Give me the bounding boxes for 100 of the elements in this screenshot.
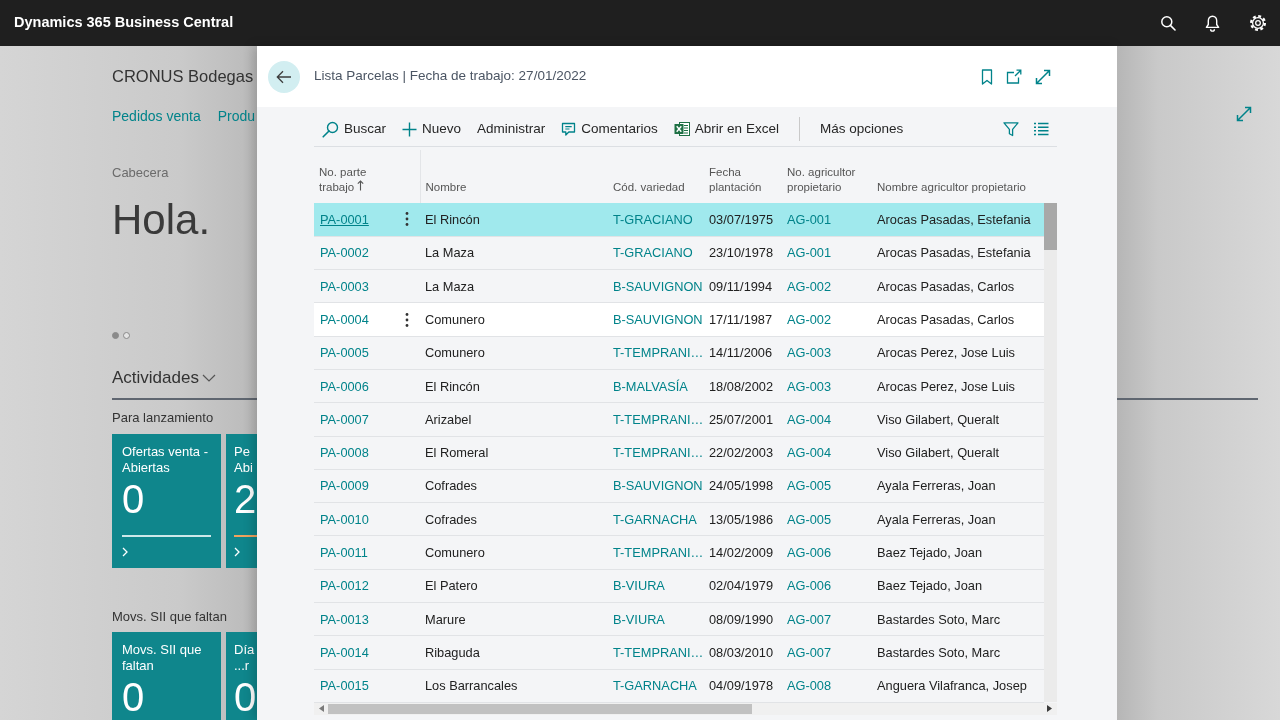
filter-icon[interactable] [1003,121,1019,137]
parcel-number-link[interactable]: PA-0005 [320,345,369,361]
table-row[interactable]: PA-0013 Marure B-VIURA 08/09/1990 AG-007 Bastardes Soto, Marc [314,602,1044,636]
column-header[interactable]: Cód. variedad [613,180,699,195]
variety-code-link[interactable]: T-GRACIANO [613,211,693,227]
table-row[interactable]: PA-0015 Los Barrancales T-GARNACHA 04/09/1978 AG-008 Anguera Vilafranca, Josep [314,669,1044,703]
table-row[interactable]: PA-0005 Comunero T-TEMPRANI… 14/11/2006 AG-003 Arocas Perez, Jose Luis [314,336,1044,370]
box-arrow-icon[interactable] [1006,69,1022,84]
parcel-number-link[interactable]: PA-0012 [320,578,369,594]
farmer-number-link[interactable]: AG-007 [787,644,832,660]
tile[interactable]: Pe Abi 2 [226,434,257,568]
column-header[interactable]: Fecha plantación [709,165,777,195]
carousel-dot[interactable] [112,332,119,339]
table-row[interactable]: PA-0004 Comunero B-SAUVIGNON 17/11/1987 AG-002 Arocas Pasadas, Carlos [314,302,1044,337]
table-row[interactable]: PA-0003 La Maza B-SAUVIGNON 09/11/1994 AG-002 Arocas Pasadas, Carlos [314,269,1044,303]
farmer-number-link[interactable]: AG-002 [787,311,832,327]
chevron-down-icon[interactable] [201,374,216,382]
parcel-number-link[interactable]: PA-0010 [320,511,369,527]
farmer-number-link[interactable]: AG-004 [787,445,832,461]
diagonal-arrows-icon[interactable] [1035,68,1051,85]
parcel-number-link[interactable]: PA-0003 [320,278,369,294]
table-row[interactable]: PA-0010 Cofrades T-GARNACHA 13/05/1986 AG-005 Ayala Ferreras, Joan [314,502,1044,536]
farmer-number-link[interactable]: AG-006 [787,545,832,560]
variety-code-link[interactable]: T-TEMPRANI… [613,545,704,560]
chevron-right-icon[interactable] [234,547,240,557]
scroll-left-arrow-icon[interactable] [319,705,324,713]
farmer-number-link[interactable]: AG-005 [787,478,832,494]
table-row[interactable]: PA-0011 Comunero T-TEMPRANI… 14/02/2009 AG-006 Baez Tejado, Joan [314,535,1044,570]
table-row[interactable]: PA-0007 Arizabel T-TEMPRANI… 25/07/2001 AG-004 Viso Gilabert, Queralt [314,402,1044,437]
back-button[interactable] [268,60,300,93]
variety-code-link[interactable]: T-GRACIANO [613,245,693,261]
vertical-dots-icon[interactable] [405,311,409,328]
parcel-number-link[interactable]: PA-0008 [320,445,369,461]
scroll-right-arrow-icon[interactable] [1047,705,1052,713]
parcel-number-link[interactable]: PA-0011 [320,545,368,560]
vertical-scrollbar[interactable] [1044,203,1057,702]
parcel-number-link[interactable]: PA-0004 [320,311,369,327]
variety-code-link[interactable]: T-TEMPRANI… [613,411,704,427]
parcel-number-link[interactable]: PA-0013 [320,611,369,627]
table-row[interactable]: PA-0014 Ribaguda T-TEMPRANI… 08/03/2010 AG-007 Bastardes Soto, Marc [314,635,1044,670]
comments-button[interactable]: Comentarios [553,112,666,146]
column-header[interactable]: Nombre agricultor propietario [877,180,1039,195]
farmer-number-link[interactable]: AG-003 [787,345,832,361]
scrollbar-thumb[interactable] [1044,203,1057,250]
list-view-icon[interactable] [1033,122,1049,136]
tile[interactable]: Ofertas venta - Abiertas 0 [112,434,221,568]
column-header[interactable]: No. parte trabajo [319,165,395,195]
table-row[interactable]: PA-0012 El Patero B-VIURA 02/04/1979 AG-006 Baez Tejado, Joan [314,569,1044,603]
variety-code-link[interactable]: T-GARNACHA [613,511,697,527]
parcel-number-link[interactable]: PA-0001 [320,211,369,227]
scrollbar-thumb[interactable] [328,703,752,714]
variety-code-link[interactable]: T-TEMPRANI… [613,345,704,361]
settings-icon[interactable] [1248,14,1267,32]
farmer-number-link[interactable]: AG-003 [787,378,832,394]
navigation-link[interactable]: Pedidos venta [112,104,201,128]
more-options-button[interactable]: Más opciones [811,112,912,146]
farmer-number-link[interactable]: AG-001 [787,245,832,261]
table-row[interactable]: PA-0002 La Maza T-GRACIANO 23/10/1978 AG-001 Arocas Pasadas, Estefania [314,236,1044,270]
variety-code-link[interactable]: B-VIURA [613,611,665,627]
farmer-number-link[interactable]: AG-002 [787,278,832,294]
variety-code-link[interactable]: T-GARNACHA [613,678,697,694]
parcel-number-link[interactable]: PA-0007 [320,411,369,427]
variety-code-link[interactable]: B-MALVASÍA [613,378,688,394]
tile[interactable]: Día ...r 0 [226,632,257,720]
variety-code-link[interactable]: B-SAUVIGNON [613,311,703,327]
farmer-number-link[interactable]: AG-005 [787,511,832,527]
carousel-dot[interactable] [123,332,130,339]
search-button[interactable]: Buscar [314,112,395,146]
variety-code-link[interactable]: T-TEMPRANI… [613,644,704,660]
tile[interactable]: Movs. SII que faltan 0 [112,632,221,720]
variety-code-link[interactable]: T-TEMPRANI… [613,445,704,461]
navigation-link[interactable]: Produ [217,104,256,128]
parcel-number-link[interactable]: PA-0002 [320,245,369,261]
parcel-number-link[interactable]: PA-0006 [320,378,369,394]
diagonal-arrows-icon[interactable] [1236,106,1252,122]
column-header[interactable]: Nombre [425,180,603,195]
parcel-number-link[interactable]: PA-0014 [320,644,369,660]
table-row[interactable]: PA-0006 El Rincón B-MALVASÍA 18/08/2002 AG-003 Arocas Perez, Jose Luis [314,369,1044,403]
bookmark-icon[interactable] [981,68,993,85]
variety-code-link[interactable]: B-SAUVIGNON [613,478,703,494]
table-row[interactable]: PA-0009 Cofrades B-SAUVIGNON 24/05/1998 AG-005 Ayala Ferreras, Joan [314,469,1044,503]
column-header[interactable]: No. agricultor propietario [787,165,867,195]
table-row[interactable]: PA-0001 El Rincón T-GRACIANO 03/07/1975 AG-001 Arocas Pasadas, Estefania [314,203,1044,237]
farmer-number-link[interactable]: AG-006 [787,578,832,594]
farmer-number-link[interactable]: AG-007 [787,611,832,627]
bell-icon[interactable] [1205,14,1220,32]
new-button[interactable]: Nuevo [394,112,470,146]
parcel-number-link[interactable]: PA-0015 [320,678,369,694]
table-row[interactable]: PA-0008 El Romeral T-TEMPRANI… 22/02/2003 AG-004 Viso Gilabert, Queralt [314,436,1044,470]
farmer-number-link[interactable]: AG-001 [787,211,832,227]
variety-code-link[interactable]: B-SAUVIGNON [613,278,703,294]
chevron-right-icon[interactable] [122,547,128,557]
variety-code-link[interactable]: B-VIURA [613,578,665,594]
farmer-number-link[interactable]: AG-008 [787,678,832,694]
vertical-dots-icon[interactable] [405,211,409,228]
search-icon[interactable] [1159,15,1176,31]
manage-button[interactable]: Administrar [469,112,554,146]
open-in-excel-button[interactable]: Abrir en Excel [665,112,787,146]
farmer-number-link[interactable]: AG-004 [787,411,832,427]
parcel-number-link[interactable]: PA-0009 [320,478,369,494]
